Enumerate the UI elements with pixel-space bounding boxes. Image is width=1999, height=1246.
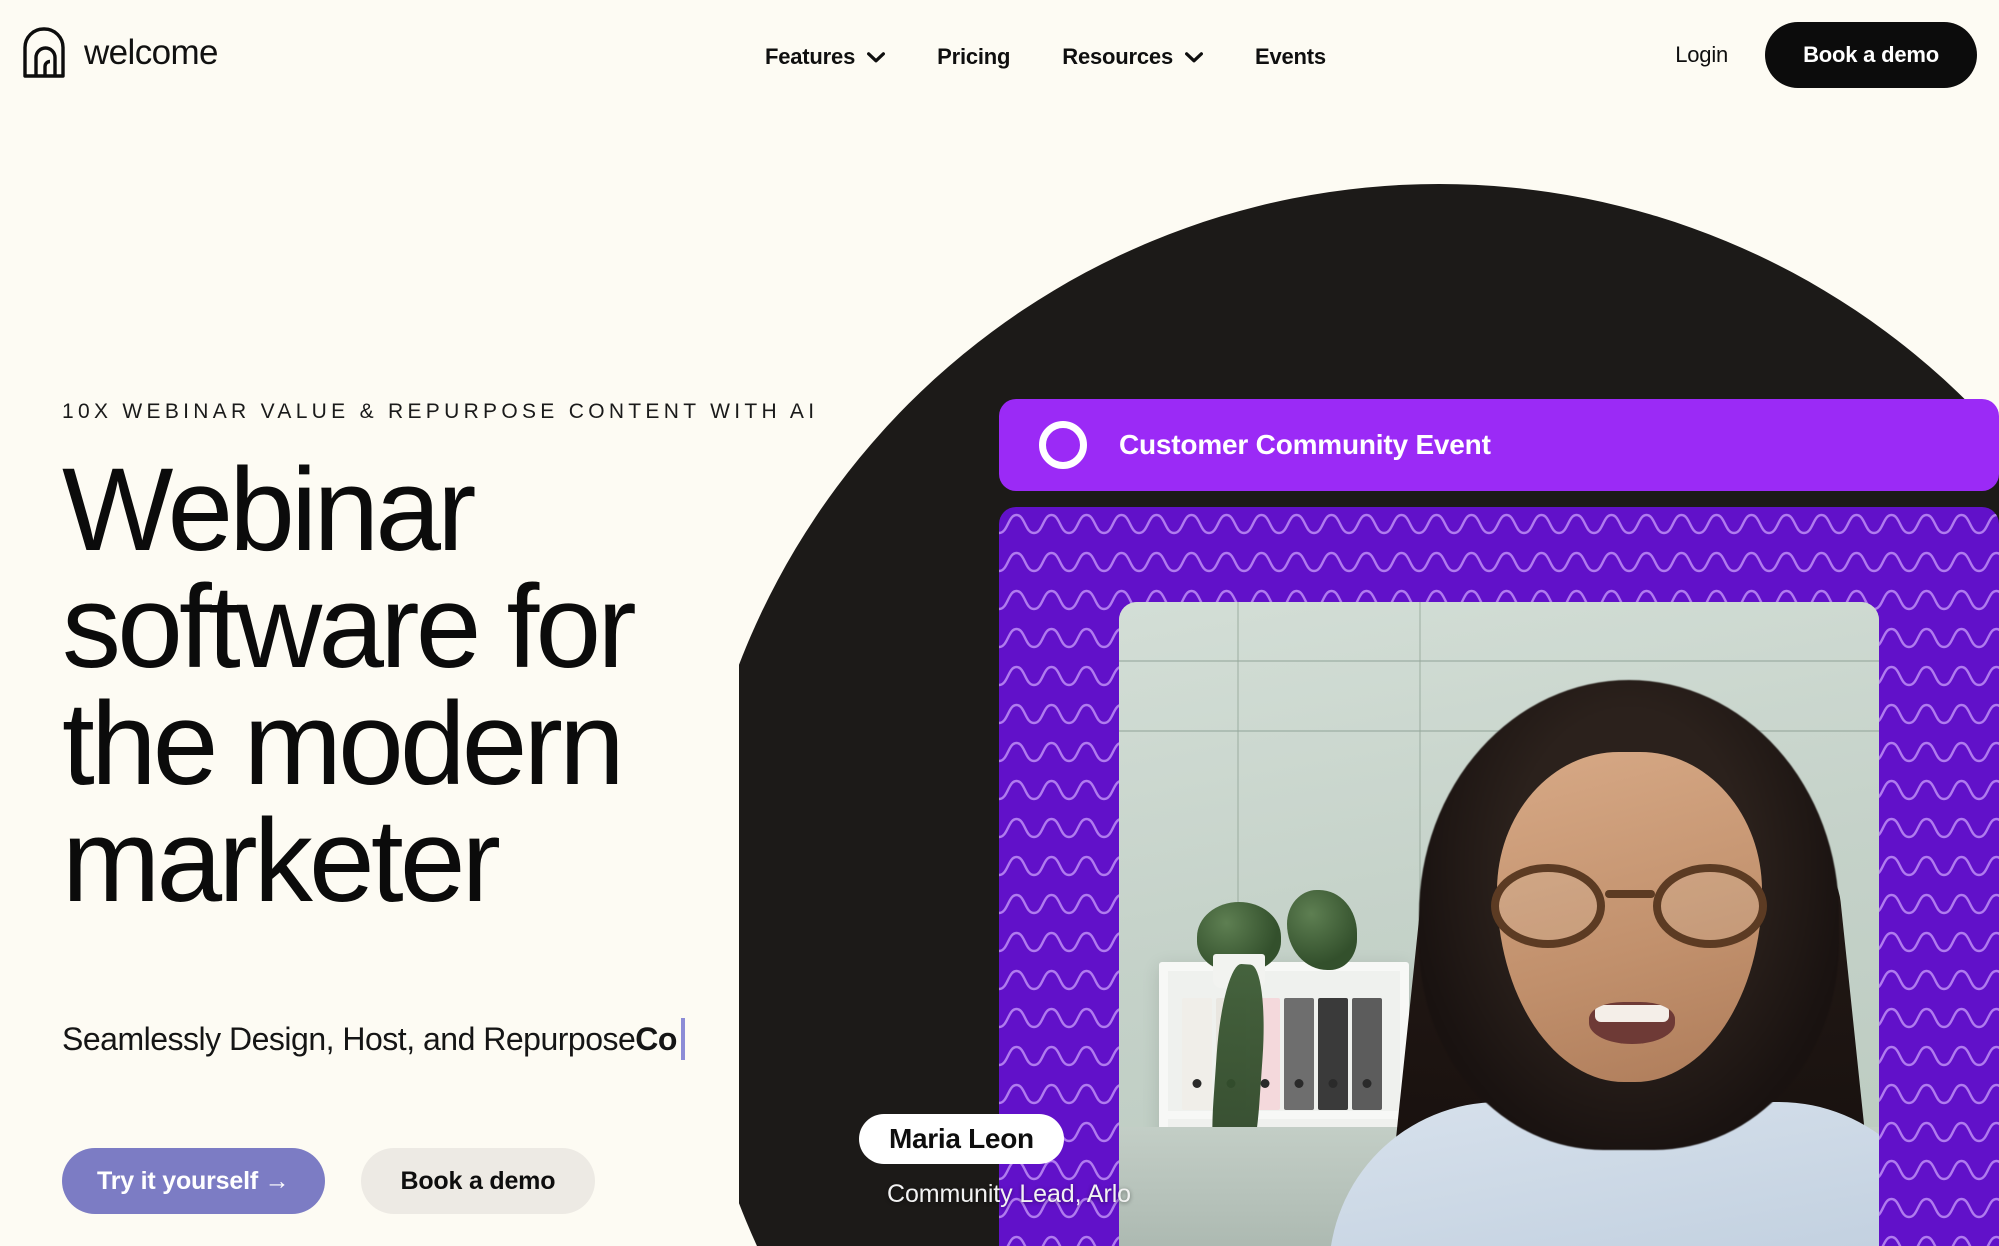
nav-label-events: Events xyxy=(1255,44,1326,69)
primary-navigation: Features Pricing Resources Events xyxy=(765,36,1326,78)
headline-line-1: Webinar xyxy=(62,444,476,576)
login-link[interactable]: Login xyxy=(1675,42,1728,68)
glasses xyxy=(1491,864,1767,948)
nav-item-features[interactable]: Features xyxy=(765,36,886,78)
chevron-down-icon xyxy=(867,51,886,62)
subheadline-static: Seamlessly Design, Host, and Repurpose xyxy=(62,1020,636,1057)
event-stage-panel xyxy=(999,507,1999,1246)
subheadline-typed-word: Co xyxy=(635,1020,677,1057)
landing-page: Customer Community Event Maria Leon Comm… xyxy=(0,0,1999,1246)
header-actions: Login Book a demo xyxy=(1675,22,1977,88)
brand-name: welcome xyxy=(84,33,219,72)
hero-book-demo-button[interactable]: Book a demo xyxy=(360,1148,596,1214)
event-title: Customer Community Event xyxy=(1119,429,1491,460)
headline-line-2: software for xyxy=(62,561,637,693)
nav-item-pricing[interactable]: Pricing xyxy=(937,36,1010,78)
hero-subheadline: Seamlessly Design, Host, and Repurpose C… xyxy=(62,1018,685,1060)
chevron-down-icon xyxy=(1185,51,1203,62)
nav-item-resources[interactable]: Resources xyxy=(1062,36,1203,78)
welcome-arch-logo-icon xyxy=(23,27,65,78)
nav-item-events[interactable]: Events xyxy=(1255,36,1326,78)
hero-headline: Webinar software for the modern marketer xyxy=(62,451,842,920)
hero-eyebrow: 10X WEBINAR VALUE & REPURPOSE CONTENT WI… xyxy=(62,400,819,423)
circle-ring-icon xyxy=(1039,421,1087,469)
webinar-preview-device: Customer Community Event xyxy=(999,399,1999,1246)
hero-section: 10X WEBINAR VALUE & REPURPOSE CONTENT WI… xyxy=(62,0,992,1246)
nav-label-pricing: Pricing xyxy=(937,44,1011,69)
headline-line-3: the modern xyxy=(62,678,625,810)
speaker-video-image xyxy=(1119,602,1879,1246)
nav-label-resources: Resources xyxy=(1062,44,1173,69)
nav-label-features: Features xyxy=(765,44,856,69)
typing-caret xyxy=(680,1018,685,1060)
speaker-video-tile[interactable] xyxy=(1119,602,1879,1246)
header-book-demo-button[interactable]: Book a demo xyxy=(1765,22,1977,88)
try-it-yourself-button[interactable]: Try it yourself → xyxy=(62,1148,325,1214)
headline-line-4: marketer xyxy=(62,795,501,927)
site-header: welcome Features Pricing Resources Event… xyxy=(0,0,1999,125)
brand-logo-link[interactable]: welcome xyxy=(22,26,219,79)
hero-cta-row: Try it yourself → Book a demo xyxy=(62,1148,596,1214)
event-title-bar: Customer Community Event xyxy=(999,399,1999,491)
